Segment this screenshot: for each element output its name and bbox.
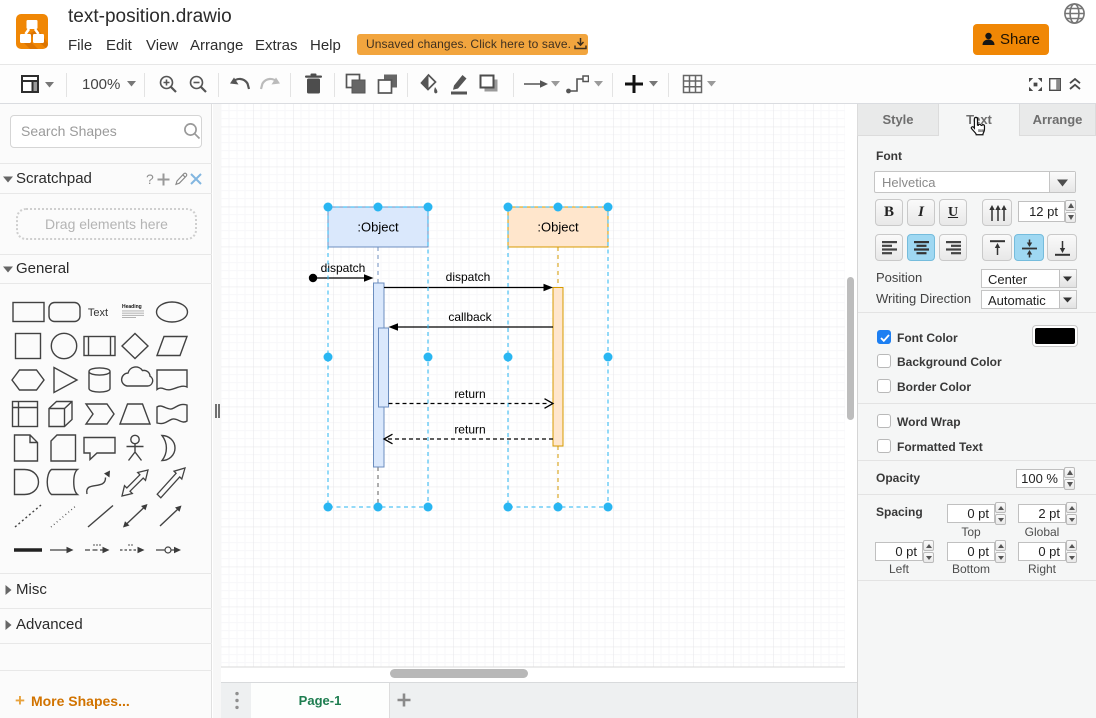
svg-text:return: return <box>454 387 485 401</box>
svg-text:Heading: Heading <box>122 304 142 310</box>
svg-text:dispatch: dispatch <box>446 270 491 284</box>
svg-text::Object: :Object <box>537 220 579 235</box>
svg-text::Object: :Object <box>357 220 399 235</box>
svg-text:dispatch: dispatch <box>321 261 366 275</box>
svg-text:Text: Text <box>88 307 108 319</box>
svg-text:return: return <box>454 423 485 437</box>
svg-text:callback: callback <box>448 310 492 324</box>
